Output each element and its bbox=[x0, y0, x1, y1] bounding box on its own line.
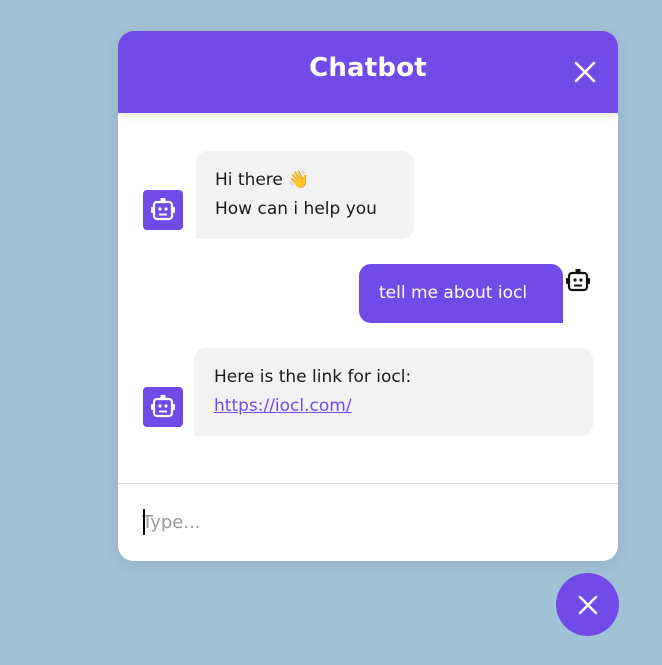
message-text: Here is the link for iocl: bbox=[214, 367, 412, 387]
robot-icon bbox=[151, 395, 175, 418]
close-icon bbox=[574, 61, 596, 83]
chatbot-header: Chatbot bbox=[118, 31, 618, 113]
chatbot-window: Chatbot Hi there 👋 How can i help you te… bbox=[118, 31, 618, 561]
bot-avatar bbox=[143, 387, 183, 427]
message-text: Hi there 👋 bbox=[215, 170, 310, 190]
robot-icon bbox=[151, 198, 175, 221]
iocl-link[interactable]: https://iocl.com/ bbox=[214, 396, 352, 416]
chat-input-area bbox=[118, 483, 618, 561]
message-bubble-incoming: Here is the link for iocl: https://iocl.… bbox=[194, 348, 593, 436]
message-text: tell me about iocl bbox=[379, 283, 528, 303]
bot-avatar bbox=[143, 190, 183, 230]
message-input[interactable] bbox=[142, 506, 582, 538]
user-robot-icon bbox=[564, 267, 592, 295]
message-bubble-incoming: Hi there 👋 How can i help you bbox=[196, 151, 414, 239]
header-close-button[interactable] bbox=[572, 59, 598, 85]
robot-icon bbox=[566, 269, 590, 292]
message-text: How can i help you bbox=[215, 199, 377, 219]
chatbot-toggler-button[interactable] bbox=[556, 573, 619, 636]
chatbot-title: Chatbot bbox=[309, 53, 427, 83]
close-icon bbox=[578, 595, 597, 614]
text-caret bbox=[143, 509, 145, 535]
message-bubble-outgoing: tell me about iocl bbox=[359, 264, 563, 323]
